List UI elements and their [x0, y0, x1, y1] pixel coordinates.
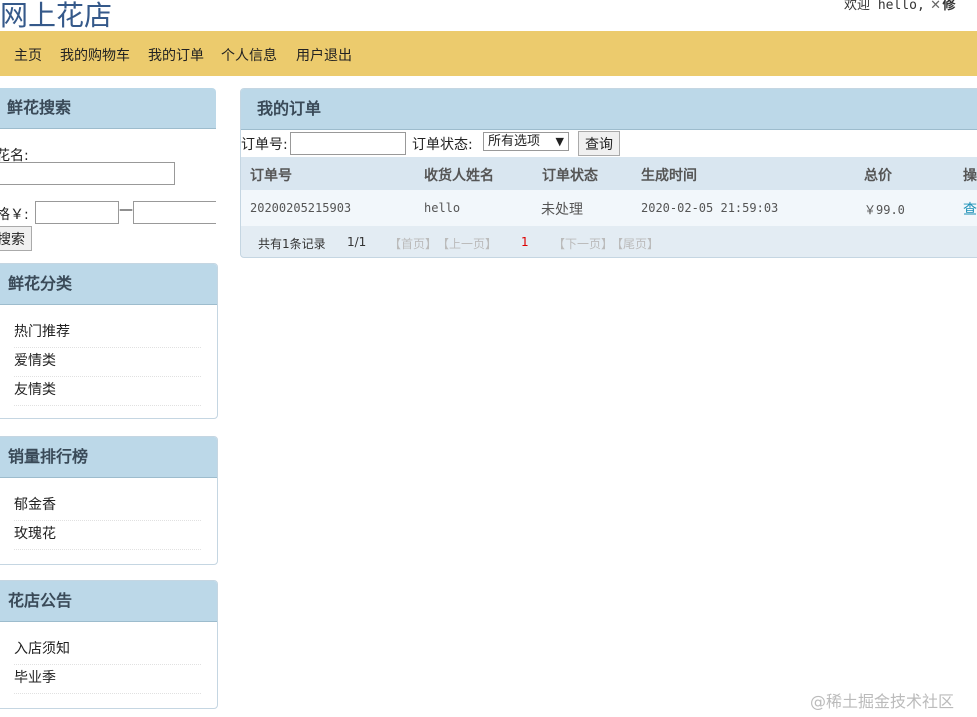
price-min-input[interactable]	[35, 201, 119, 224]
search-button[interactable]: 搜索	[0, 226, 32, 251]
ranking-list: 郁金香 玫瑰花	[0, 478, 217, 550]
orders-table-header: 订单号 收货人姓名 订单状态 生成时间 总价 操	[241, 157, 977, 190]
sales-ranking-panel: 销量排行榜 郁金香 玫瑰花	[0, 436, 218, 565]
pager-first[interactable]: 【首页】	[389, 235, 437, 252]
table-row: 20200205215903 hello 未处理 2020-02-05 21:5…	[241, 190, 977, 226]
view-order-link[interactable]: 查	[963, 199, 977, 219]
my-orders-panel: 我的订单 订单号: 订单状态: 所有选项 ▼ 查询 订单号 收货人姓名 订单状态…	[240, 88, 977, 258]
user-menu-link[interactable]: 修	[942, 0, 955, 13]
wrench-icon[interactable]: ✕	[931, 0, 941, 13]
welcome-area: 欢迎 hello, ✕ 修	[844, 0, 955, 13]
main-navbar: 主页 我的购物车 我的订单 个人信息 用户退出	[0, 31, 977, 76]
pager-next[interactable]: 【下一页】	[553, 235, 613, 252]
order-no-input[interactable]	[290, 132, 406, 155]
receiver-cell: hello	[424, 201, 461, 215]
category-list: 热门推荐 爱情类 友情类	[0, 305, 217, 406]
notice-item-rules[interactable]: 入店须知	[14, 636, 201, 665]
order-no-cell: 20200205215903	[250, 201, 352, 215]
category-panel: 鲜花分类 热门推荐 爱情类 友情类	[0, 263, 218, 419]
status-cell: 未处理	[541, 202, 583, 218]
order-no-label: 订单号:	[241, 137, 288, 153]
col-status: 订单状态	[542, 168, 598, 184]
ranking-item-rose[interactable]: 玫瑰花	[14, 521, 201, 550]
category-item-hot[interactable]: 热门推荐	[14, 319, 201, 348]
nav-my-orders[interactable]: 我的订单	[148, 45, 204, 65]
notice-item-graduation[interactable]: 毕业季	[14, 665, 201, 694]
nav-home[interactable]: 主页	[14, 45, 42, 65]
pager-total: 共有1条记录	[258, 237, 326, 251]
ranking-panel-title: 销量排行榜	[0, 437, 217, 478]
flower-search-panel: 鲜花搜索 花名: 格￥: — 搜索	[0, 88, 216, 263]
price-separator: —	[119, 202, 133, 218]
nav-profile[interactable]: 个人信息	[221, 45, 277, 65]
flower-name-input[interactable]	[0, 162, 175, 185]
welcome-text: 欢迎 hello,	[844, 0, 925, 13]
col-total: 总价	[864, 168, 892, 184]
order-status-select[interactable]: 所有选项 ▼	[483, 132, 569, 151]
query-button[interactable]: 查询	[578, 131, 620, 156]
chevron-down-icon: ▼	[555, 135, 564, 148]
col-created: 生成时间	[641, 168, 697, 184]
orders-panel-title: 我的订单	[241, 89, 977, 130]
col-receiver: 收货人姓名	[424, 168, 494, 184]
category-panel-title: 鲜花分类	[0, 264, 217, 305]
pager-last[interactable]: 【尾页】	[611, 235, 659, 252]
created-cell: 2020-02-05 21:59:03	[641, 201, 779, 215]
pager-page: 1/1	[347, 235, 367, 249]
price-label: 格￥:	[0, 207, 29, 223]
col-order-no: 订单号	[250, 168, 292, 184]
category-item-friendship[interactable]: 友情类	[14, 377, 201, 406]
ranking-item-tulip[interactable]: 郁金香	[14, 492, 201, 521]
notice-list: 入店须知 毕业季	[0, 622, 217, 694]
notice-panel-title: 花店公告	[0, 581, 217, 622]
price-max-input[interactable]	[133, 201, 216, 224]
nav-cart[interactable]: 我的购物车	[60, 45, 130, 65]
site-title: 网上花店	[0, 0, 113, 32]
col-action: 操	[963, 168, 977, 184]
pager-current[interactable]: 1	[521, 235, 529, 249]
category-item-love[interactable]: 爱情类	[14, 348, 201, 377]
search-panel-title: 鲜花搜索	[0, 88, 216, 129]
order-filter-bar: 订单号: 订单状态: 所有选项 ▼ 查询	[241, 130, 977, 158]
total-cell: ￥99.0	[864, 203, 905, 217]
watermark: @稀土掘金技术社区	[810, 692, 955, 711]
nav-logout[interactable]: 用户退出	[296, 45, 352, 65]
pagination: 共有1条记录 1/1 【首页】 【上一页】 1 【下一页】 【尾页】	[241, 226, 977, 257]
order-status-label: 订单状态:	[412, 137, 473, 153]
pager-prev[interactable]: 【上一页】	[437, 235, 497, 252]
notice-panel: 花店公告 入店须知 毕业季	[0, 580, 218, 709]
order-status-selected: 所有选项	[488, 134, 541, 149]
